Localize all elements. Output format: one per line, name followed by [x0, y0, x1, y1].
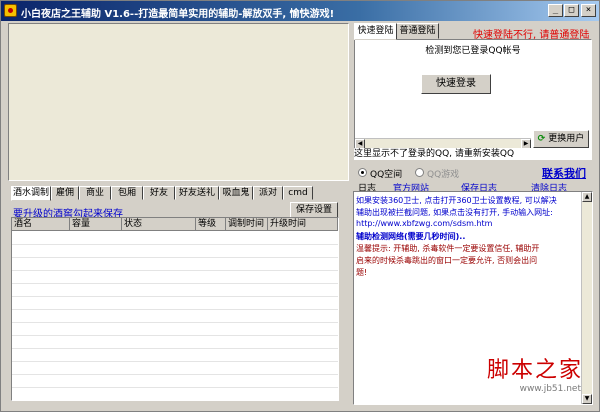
- tab-quick-login[interactable]: 快速登陆: [354, 23, 397, 40]
- col-status[interactable]: 状态: [122, 218, 196, 231]
- col-mix-time[interactable]: 调制时间: [226, 218, 268, 231]
- tab-drink-mix[interactable]: 酒水调制: [11, 186, 51, 201]
- table-row: [12, 309, 338, 310]
- tab-cmd[interactable]: cmd: [283, 186, 313, 200]
- tab-vampire[interactable]: 吸血鬼: [219, 186, 253, 200]
- tab-hire[interactable]: 雇佣: [51, 186, 79, 200]
- table-row: [12, 257, 338, 258]
- log-line: 如果安装360卫士, 点击打开360卫士设置教程, 可以解决: [356, 196, 557, 205]
- detect-text: 检测到您已登录QQ帐号: [425, 46, 521, 56]
- qq-notice: 这里显示不了登录的QQ, 请重新安装QQ: [354, 148, 592, 160]
- log-line: 题!: [356, 268, 368, 277]
- wine-table[interactable]: 酒名 容量 状态 等级 调制时间 升级时间: [11, 217, 339, 401]
- table-row: [12, 296, 338, 297]
- col-capacity[interactable]: 容量: [70, 218, 122, 231]
- login-panel: 检测到您已登录QQ帐号 快速登录 ◀ ▶ ⟳ 更换用户: [354, 39, 592, 149]
- title-bar[interactable]: 小白夜店之王辅助 V1.6--打造最简单实用的辅助-解放双手, 愉快游戏! _ …: [1, 1, 599, 21]
- tab-business[interactable]: 商业: [79, 186, 111, 200]
- radio-qq-space-label: QQ空间: [370, 170, 403, 180]
- log-line: http://www.xbfzwg.com/sdsm.htm: [356, 219, 493, 228]
- window-title: 小白夜店之王辅助 V1.6--打造最简单实用的辅助-解放双手, 愉快游戏!: [21, 9, 335, 20]
- tab-normal-login[interactable]: 普通登陆: [396, 23, 439, 39]
- contact-us-link[interactable]: 联系我们: [542, 165, 586, 181]
- radio-qq-game-label: QQ游戏: [427, 170, 460, 180]
- table-row: [12, 283, 338, 284]
- table-row: [12, 361, 338, 362]
- col-level[interactable]: 等级: [196, 218, 226, 231]
- tab-friends[interactable]: 好友: [143, 186, 175, 200]
- app-window: 小白夜店之王辅助 V1.6--打造最简单实用的辅助-解放双手, 愉快游戏! _ …: [0, 0, 600, 412]
- refresh-icon: ⟳: [537, 134, 546, 144]
- app-icon: [4, 4, 17, 17]
- table-row: [12, 244, 338, 245]
- scroll-up-icon[interactable]: ▲: [582, 192, 592, 202]
- table-row: [12, 335, 338, 336]
- tab-private-room[interactable]: 包厢: [111, 186, 143, 200]
- radio-qq-space[interactable]: [358, 168, 367, 177]
- log-line: 启来的时候杀毒跳出的窗口一定要允许, 否则会出问: [356, 256, 538, 265]
- radio-qq-game[interactable]: [415, 168, 424, 177]
- table-row: [12, 322, 338, 323]
- minimize-button[interactable]: _: [548, 4, 563, 17]
- col-wine-name[interactable]: 酒名: [12, 218, 70, 231]
- watermark: 脚本之家 www.jb51.net: [431, 350, 591, 405]
- tab-party[interactable]: 派对: [253, 186, 283, 200]
- switch-user-button[interactable]: ⟳ 更换用户: [533, 130, 589, 148]
- watermark-title: 脚本之家: [486, 358, 583, 383]
- switch-user-label: 更换用户: [548, 134, 585, 144]
- watermark-url: www.jb51.net: [519, 384, 581, 394]
- close-button[interactable]: ×: [581, 4, 596, 17]
- table-row: [12, 387, 338, 388]
- col-upgrade-time[interactable]: 升级时间: [268, 218, 338, 231]
- log-line: 辅助出现被拦截问题, 如果点击没有打开, 手动输入网址:: [356, 208, 553, 217]
- quick-login-button[interactable]: 快速登录: [421, 74, 491, 94]
- maximize-button[interactable]: □: [564, 4, 579, 17]
- log-line: 辅助检测网络(需要几秒时间)..: [356, 232, 466, 241]
- table-row: [12, 270, 338, 271]
- table-row: [12, 374, 338, 375]
- log-line: 温馨提示: 开辅助, 杀毒软件一定要设置信任, 辅助开: [356, 244, 540, 253]
- table-row: [12, 348, 338, 349]
- tab-friend-gifts[interactable]: 好友送礼: [175, 186, 219, 200]
- game-view-area[interactable]: [8, 23, 349, 181]
